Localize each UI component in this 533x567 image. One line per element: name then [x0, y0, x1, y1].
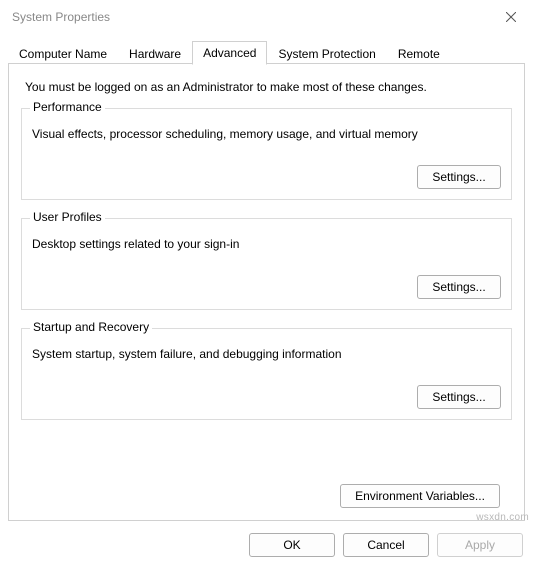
startup-settings-button[interactable]: Settings...: [417, 385, 501, 409]
tab-hardware[interactable]: Hardware: [118, 42, 192, 65]
environment-variables-button[interactable]: Environment Variables...: [340, 484, 500, 508]
close-button[interactable]: [499, 5, 523, 29]
window-title: System Properties: [12, 10, 110, 24]
advanced-panel: You must be logged on as an Administrato…: [8, 64, 525, 521]
cancel-button[interactable]: Cancel: [343, 533, 429, 557]
tab-system-protection[interactable]: System Protection: [267, 42, 386, 65]
group-performance-legend: Performance: [30, 100, 105, 114]
tab-computer-name[interactable]: Computer Name: [8, 42, 118, 65]
close-icon: [506, 12, 516, 22]
tab-advanced[interactable]: Advanced: [192, 41, 267, 65]
group-user-profiles: User Profiles Desktop settings related t…: [21, 218, 512, 310]
apply-button[interactable]: Apply: [437, 533, 523, 557]
group-user-profiles-desc: Desktop settings related to your sign-in: [32, 237, 501, 251]
group-performance-desc: Visual effects, processor scheduling, me…: [32, 127, 501, 141]
group-startup-desc: System startup, system failure, and debu…: [32, 347, 501, 361]
performance-settings-button[interactable]: Settings...: [417, 165, 501, 189]
group-user-profiles-legend: User Profiles: [30, 210, 105, 224]
env-row: Environment Variables...: [21, 482, 512, 508]
group-startup-legend: Startup and Recovery: [30, 320, 152, 334]
tab-remote[interactable]: Remote: [387, 42, 451, 65]
dialog-button-row: OK Cancel Apply: [0, 521, 533, 567]
group-startup-row: Settings...: [32, 385, 501, 409]
group-performance-row: Settings...: [32, 165, 501, 189]
ok-button[interactable]: OK: [249, 533, 335, 557]
user-profiles-settings-button[interactable]: Settings...: [417, 275, 501, 299]
tab-strip: Computer Name Hardware Advanced System P…: [0, 32, 533, 64]
group-startup: Startup and Recovery System startup, sys…: [21, 328, 512, 420]
group-performance: Performance Visual effects, processor sc…: [21, 108, 512, 200]
titlebar: System Properties: [0, 0, 533, 32]
group-user-profiles-row: Settings...: [32, 275, 501, 299]
